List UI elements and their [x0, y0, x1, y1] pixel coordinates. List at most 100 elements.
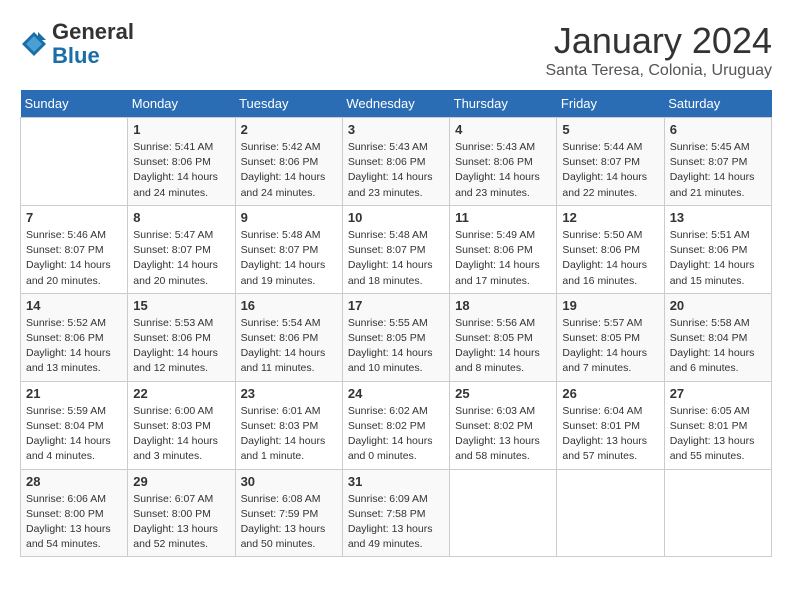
calendar-week-row: 7 Sunrise: 5:46 AM Sunset: 8:07 PM Daylig…	[21, 205, 772, 293]
day-number: 18	[455, 298, 551, 313]
day-number: 30	[241, 474, 337, 489]
day-info: Sunrise: 5:46 AM Sunset: 8:07 PM Dayligh…	[26, 228, 122, 289]
day-info: Sunrise: 5:53 AM Sunset: 8:06 PM Dayligh…	[133, 316, 229, 377]
calendar-cell	[664, 469, 771, 557]
calendar-cell: 25 Sunrise: 6:03 AM Sunset: 8:02 PM Dayli…	[450, 381, 557, 469]
calendar-cell: 23Sunrise: 6:01 AM Sunset: 8:03 PM Dayli…	[235, 381, 342, 469]
day-number: 31	[348, 474, 444, 489]
day-number: 11	[455, 210, 551, 225]
weekday-header: Thursday	[450, 90, 557, 118]
day-number: 16	[241, 298, 337, 313]
logo-text: General Blue	[52, 20, 134, 68]
location-subtitle: Santa Teresa, Colonia, Uruguay	[545, 62, 772, 80]
calendar-cell: 16 Sunrise: 5:54 AM Sunset: 8:06 PM Dayli…	[235, 293, 342, 381]
calendar-cell: 1 Sunrise: 5:41 AM Sunset: 8:06 PM Daylig…	[128, 118, 235, 206]
day-number: 6	[670, 122, 766, 137]
calendar-cell: 24 Sunrise: 6:02 AM Sunset: 8:02 PM Dayli…	[342, 381, 449, 469]
day-number: 22	[133, 386, 229, 401]
logo-icon	[20, 30, 48, 58]
calendar-cell: 13 Sunrise: 5:51 AM Sunset: 8:06 PM Dayli…	[664, 205, 771, 293]
day-number: 10	[348, 210, 444, 225]
calendar-week-row: 14 Sunrise: 5:52 AM Sunset: 8:06 PM Dayli…	[21, 293, 772, 381]
day-info: Sunrise: 6:01 AM Sunset: 8:03 PM Dayligh…	[241, 404, 337, 465]
day-info: Sunrise: 5:51 AM Sunset: 8:06 PM Dayligh…	[670, 228, 766, 289]
day-number: 12	[562, 210, 658, 225]
day-number: 14	[26, 298, 122, 313]
calendar-week-row: 1 Sunrise: 5:41 AM Sunset: 8:06 PM Daylig…	[21, 118, 772, 206]
day-info: Sunrise: 5:57 AM Sunset: 8:05 PM Dayligh…	[562, 316, 658, 377]
calendar-cell: 8Sunrise: 5:47 AM Sunset: 8:07 PM Daylig…	[128, 205, 235, 293]
calendar-cell: 4Sunrise: 5:43 AM Sunset: 8:06 PM Daylig…	[450, 118, 557, 206]
day-number: 1	[133, 122, 229, 137]
calendar-cell: 7 Sunrise: 5:46 AM Sunset: 8:07 PM Daylig…	[21, 205, 128, 293]
calendar-cell: 22 Sunrise: 6:00 AM Sunset: 8:03 PM Dayli…	[128, 381, 235, 469]
day-number: 29	[133, 474, 229, 489]
title-area: January 2024 Santa Teresa, Colonia, Urug…	[545, 20, 772, 80]
month-title: January 2024	[545, 20, 772, 62]
calendar-cell: 28 Sunrise: 6:06 AM Sunset: 8:00 PM Dayli…	[21, 469, 128, 557]
calendar-week-row: 28 Sunrise: 6:06 AM Sunset: 8:00 PM Dayli…	[21, 469, 772, 557]
calendar-cell: 14 Sunrise: 5:52 AM Sunset: 8:06 PM Dayli…	[21, 293, 128, 381]
day-info: Sunrise: 5:48 AM Sunset: 8:07 PM Dayligh…	[241, 228, 337, 289]
day-info: Sunrise: 6:08 AM Sunset: 7:59 PM Dayligh…	[241, 492, 337, 553]
calendar-cell: 10Sunrise: 5:48 AM Sunset: 8:07 PM Dayli…	[342, 205, 449, 293]
calendar-cell: 5 Sunrise: 5:44 AM Sunset: 8:07 PM Daylig…	[557, 118, 664, 206]
day-info: Sunrise: 6:03 AM Sunset: 8:02 PM Dayligh…	[455, 404, 551, 465]
day-number: 24	[348, 386, 444, 401]
calendar-cell: 19 Sunrise: 5:57 AM Sunset: 8:05 PM Dayli…	[557, 293, 664, 381]
day-number: 27	[670, 386, 766, 401]
calendar-cell	[450, 469, 557, 557]
calendar-cell: 15 Sunrise: 5:53 AM Sunset: 8:06 PM Dayli…	[128, 293, 235, 381]
calendar-cell: 30 Sunrise: 6:08 AM Sunset: 7:59 PM Dayli…	[235, 469, 342, 557]
day-info: Sunrise: 5:42 AM Sunset: 8:06 PM Dayligh…	[241, 140, 337, 201]
day-number: 7	[26, 210, 122, 225]
weekday-header: Monday	[128, 90, 235, 118]
day-info: Sunrise: 5:50 AM Sunset: 8:06 PM Dayligh…	[562, 228, 658, 289]
day-info: Sunrise: 5:41 AM Sunset: 8:06 PM Dayligh…	[133, 140, 229, 201]
weekday-header: Wednesday	[342, 90, 449, 118]
day-number: 13	[670, 210, 766, 225]
calendar-cell: 12 Sunrise: 5:50 AM Sunset: 8:06 PM Dayli…	[557, 205, 664, 293]
weekday-header: Saturday	[664, 90, 771, 118]
day-info: Sunrise: 5:56 AM Sunset: 8:05 PM Dayligh…	[455, 316, 551, 377]
calendar-cell: 29Sunrise: 6:07 AM Sunset: 8:00 PM Dayli…	[128, 469, 235, 557]
calendar-cell: 9 Sunrise: 5:48 AM Sunset: 8:07 PM Daylig…	[235, 205, 342, 293]
day-info: Sunrise: 5:59 AM Sunset: 8:04 PM Dayligh…	[26, 404, 122, 465]
calendar-cell: 18 Sunrise: 5:56 AM Sunset: 8:05 PM Dayli…	[450, 293, 557, 381]
calendar-table: SundayMondayTuesdayWednesdayThursdayFrid…	[20, 90, 772, 557]
page-header: General Blue January 2024 Santa Teresa, …	[20, 20, 772, 80]
day-number: 9	[241, 210, 337, 225]
day-number: 25	[455, 386, 551, 401]
day-number: 28	[26, 474, 122, 489]
day-info: Sunrise: 6:06 AM Sunset: 8:00 PM Dayligh…	[26, 492, 122, 553]
day-info: Sunrise: 5:54 AM Sunset: 8:06 PM Dayligh…	[241, 316, 337, 377]
calendar-cell: 17 Sunrise: 5:55 AM Sunset: 8:05 PM Dayli…	[342, 293, 449, 381]
weekday-header: Tuesday	[235, 90, 342, 118]
calendar-cell: 27 Sunrise: 6:05 AM Sunset: 8:01 PM Dayli…	[664, 381, 771, 469]
calendar-cell	[21, 118, 128, 206]
day-info: Sunrise: 5:52 AM Sunset: 8:06 PM Dayligh…	[26, 316, 122, 377]
day-info: Sunrise: 5:44 AM Sunset: 8:07 PM Dayligh…	[562, 140, 658, 201]
weekday-header: Friday	[557, 90, 664, 118]
calendar-cell: 31 Sunrise: 6:09 AM Sunset: 7:58 PM Dayli…	[342, 469, 449, 557]
day-number: 15	[133, 298, 229, 313]
calendar-cell: 20Sunrise: 5:58 AM Sunset: 8:04 PM Dayli…	[664, 293, 771, 381]
weekday-header: Sunday	[21, 90, 128, 118]
day-info: Sunrise: 6:09 AM Sunset: 7:58 PM Dayligh…	[348, 492, 444, 553]
day-number: 2	[241, 122, 337, 137]
day-number: 5	[562, 122, 658, 137]
day-info: Sunrise: 6:02 AM Sunset: 8:02 PM Dayligh…	[348, 404, 444, 465]
day-number: 21	[26, 386, 122, 401]
calendar-cell	[557, 469, 664, 557]
day-info: Sunrise: 5:43 AM Sunset: 8:06 PM Dayligh…	[348, 140, 444, 201]
day-number: 17	[348, 298, 444, 313]
day-info: Sunrise: 5:55 AM Sunset: 8:05 PM Dayligh…	[348, 316, 444, 377]
day-info: Sunrise: 6:05 AM Sunset: 8:01 PM Dayligh…	[670, 404, 766, 465]
logo: General Blue	[20, 20, 134, 68]
day-number: 20	[670, 298, 766, 313]
calendar-cell: 6Sunrise: 5:45 AM Sunset: 8:07 PM Daylig…	[664, 118, 771, 206]
calendar-cell: 21 Sunrise: 5:59 AM Sunset: 8:04 PM Dayli…	[21, 381, 128, 469]
day-number: 3	[348, 122, 444, 137]
day-info: Sunrise: 6:00 AM Sunset: 8:03 PM Dayligh…	[133, 404, 229, 465]
day-number: 19	[562, 298, 658, 313]
